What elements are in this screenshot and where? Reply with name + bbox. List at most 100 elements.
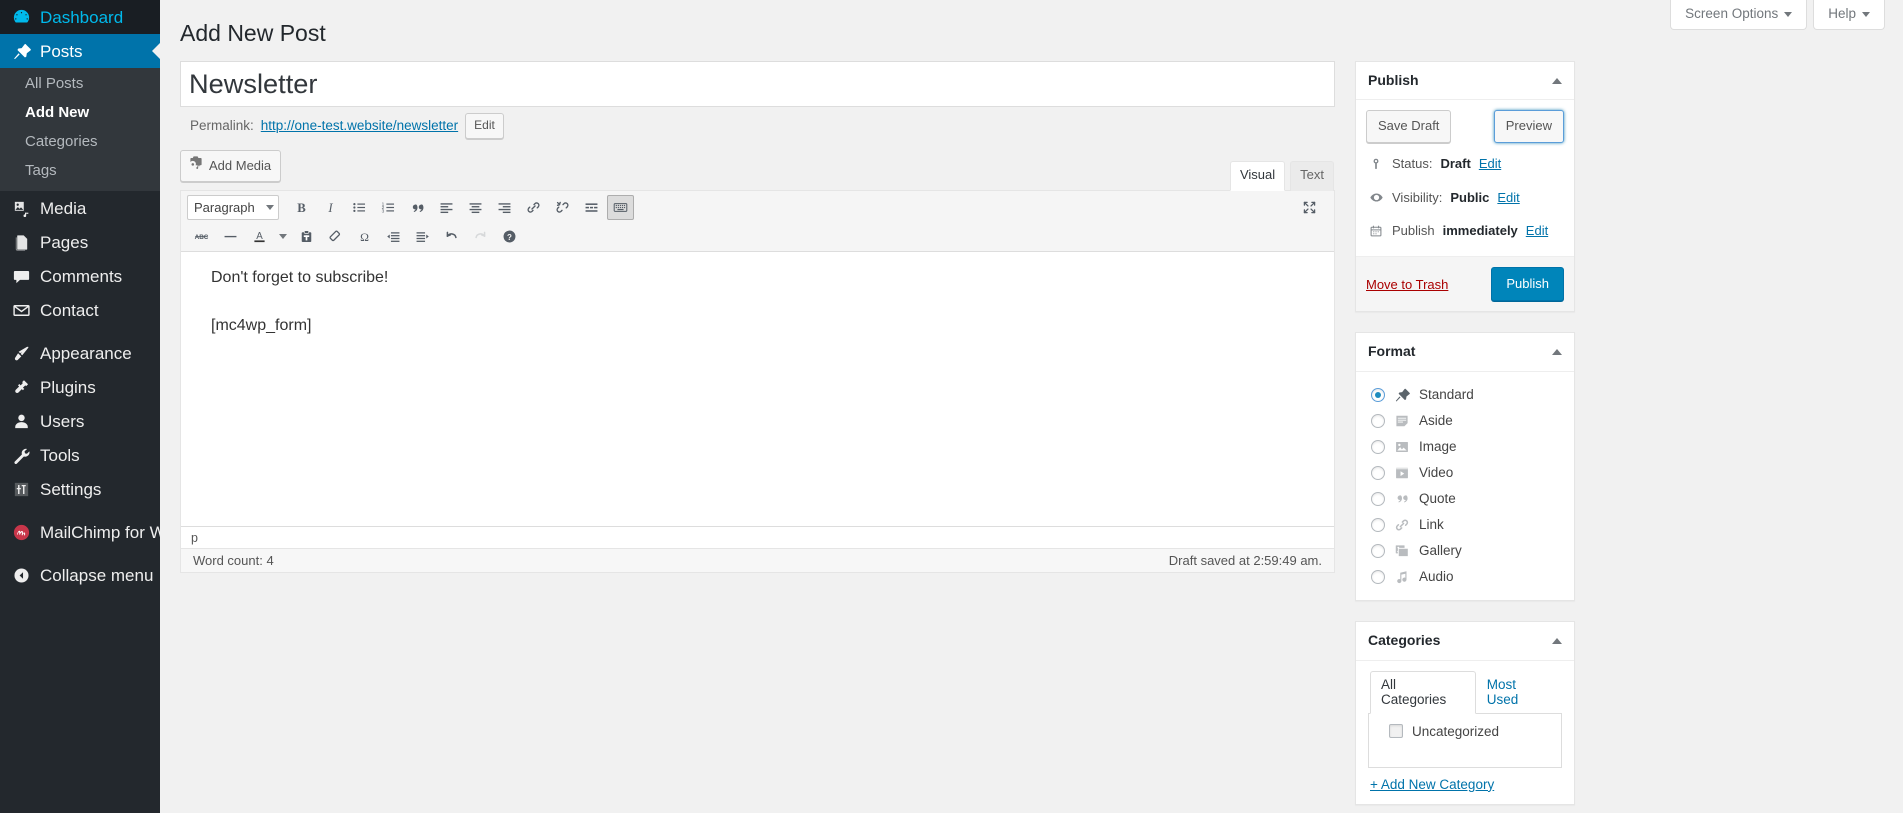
- numbered-list-button[interactable]: 1 2 3: [375, 195, 402, 220]
- format-option-label: Image: [1419, 439, 1457, 455]
- format-metabox-header[interactable]: Format: [1356, 333, 1574, 372]
- format-quote-icon: [1394, 491, 1410, 507]
- sidebar-item-contact[interactable]: Contact: [0, 293, 160, 327]
- format-radio-audio[interactable]: [1371, 569, 1385, 584]
- sidebar-item-tools[interactable]: Tools: [0, 438, 160, 472]
- sidebar-item-collapse-menu[interactable]: Collapse menu: [0, 558, 160, 592]
- page-wrap: Add New Post Permalink: http://one-test.…: [160, 0, 1903, 813]
- clear-formatting-button[interactable]: [322, 224, 349, 249]
- permalink-label: Permalink:: [190, 118, 254, 134]
- unlink-icon: [554, 199, 571, 216]
- format-option-standard[interactable]: Standard: [1368, 382, 1562, 408]
- redo-button[interactable]: [467, 224, 494, 249]
- bulleted-list-button[interactable]: [346, 195, 373, 220]
- post-title-input[interactable]: [180, 60, 1335, 108]
- sidebar-subitem-tags[interactable]: Tags: [0, 156, 160, 185]
- format-option-image[interactable]: Image: [1368, 434, 1562, 460]
- clear-formatting-icon: [327, 228, 344, 245]
- sidebar-subitem-categories[interactable]: Categories: [0, 127, 160, 156]
- preview-button[interactable]: Preview: [1493, 110, 1564, 144]
- text-color-dropdown-button[interactable]: [275, 224, 291, 249]
- format-option-video[interactable]: Video: [1368, 460, 1562, 486]
- sidebar-item-media[interactable]: Media: [0, 191, 160, 225]
- sidebar-item-appearance[interactable]: Appearance: [0, 336, 160, 370]
- sidebar-item-users[interactable]: Users: [0, 404, 160, 438]
- align-center-icon: [467, 199, 484, 216]
- chevron-up-icon[interactable]: [1552, 637, 1562, 644]
- format-radio-gallery[interactable]: [1371, 543, 1385, 558]
- toolbar-toggle-button[interactable]: [607, 195, 634, 221]
- chevron-up-icon[interactable]: [1552, 349, 1562, 356]
- edit-status-link[interactable]: Edit: [1479, 154, 1501, 174]
- blockquote-button[interactable]: [404, 195, 431, 220]
- italic-button[interactable]: I: [317, 195, 344, 220]
- format-option-quote[interactable]: Quote: [1368, 486, 1562, 512]
- chevron-up-icon[interactable]: [1552, 77, 1562, 84]
- tab-all-categories[interactable]: All Categories: [1370, 670, 1476, 714]
- strikethrough-button[interactable]: ABC: [188, 224, 215, 249]
- sidebar-item-settings[interactable]: Settings: [0, 472, 160, 506]
- screen-options-button[interactable]: Screen Options: [1670, 0, 1808, 31]
- move-to-trash-link[interactable]: Move to Trash: [1366, 277, 1448, 292]
- text-color-button[interactable]: A: [246, 224, 273, 249]
- sidebar-item-dashboard[interactable]: Dashboard: [0, 0, 160, 34]
- edit-permalink-button[interactable]: Edit: [465, 113, 504, 139]
- publish-button[interactable]: Publish: [1491, 266, 1564, 302]
- horizontal-rule-button[interactable]: [217, 224, 244, 249]
- chevron-down-icon: [1784, 11, 1793, 17]
- indent-button[interactable]: [409, 224, 436, 249]
- align-center-button[interactable]: [462, 195, 489, 220]
- format-radio-quote[interactable]: [1371, 491, 1385, 506]
- tab-visual[interactable]: Visual: [1229, 161, 1286, 192]
- paragraph-format-select[interactable]: Paragraph: [187, 195, 279, 221]
- add-media-button[interactable]: Add Media: [180, 149, 282, 183]
- add-new-category-link[interactable]: + Add New Category: [1368, 774, 1562, 794]
- sidebar-item-comments[interactable]: Comments: [0, 259, 160, 293]
- edit-schedule-link[interactable]: Edit: [1526, 221, 1548, 241]
- category-checklist: Uncategorized: [1368, 712, 1562, 768]
- publish-metabox-header[interactable]: Publish: [1356, 62, 1574, 101]
- permalink-url-link[interactable]: http://one-test.website/newsletter: [261, 118, 458, 133]
- schedule-label: Publish: [1392, 223, 1435, 239]
- save-draft-button[interactable]: Save Draft: [1366, 110, 1452, 144]
- pin-icon: [11, 41, 31, 61]
- format-radio-aside[interactable]: [1371, 413, 1385, 428]
- category-item-uncategorized[interactable]: Uncategorized: [1377, 722, 1555, 741]
- edit-visibility-link[interactable]: Edit: [1497, 188, 1519, 208]
- sidebar-item-pages[interactable]: Pages: [0, 225, 160, 259]
- format-option-gallery[interactable]: Gallery: [1368, 538, 1562, 564]
- link-button[interactable]: [520, 195, 547, 220]
- help-button[interactable]: Help: [1813, 0, 1885, 31]
- format-option-audio[interactable]: Audio: [1368, 564, 1562, 590]
- categories-metabox-header[interactable]: Categories: [1356, 622, 1574, 661]
- read-more-button[interactable]: [578, 195, 605, 220]
- undo-button[interactable]: [438, 224, 465, 249]
- format-metabox-title: Format: [1368, 343, 1416, 360]
- format-option-aside[interactable]: Aside: [1368, 408, 1562, 434]
- format-radio-link[interactable]: [1371, 517, 1385, 532]
- tab-most-used[interactable]: Most Used: [1476, 671, 1562, 714]
- help-label: Help: [1828, 6, 1856, 21]
- align-right-button[interactable]: [491, 195, 518, 220]
- keyboard-shortcuts-help-icon: ?: [501, 228, 518, 245]
- sidebar-item-plugins[interactable]: Plugins: [0, 370, 160, 404]
- sidebar-item-mailchimp-for-wp[interactable]: MailChimp for WP: [0, 515, 177, 549]
- format-radio-standard[interactable]: [1371, 387, 1385, 402]
- format-radio-image[interactable]: [1371, 439, 1385, 454]
- sidebar-subitem-all-posts[interactable]: All Posts: [0, 69, 160, 98]
- unlink-button[interactable]: [549, 195, 576, 220]
- sidebar-subitem-add-new[interactable]: Add New: [0, 98, 160, 127]
- tab-text[interactable]: Text: [1290, 161, 1334, 192]
- bold-button[interactable]: B: [288, 195, 315, 220]
- keyboard-shortcuts-help-button[interactable]: ?: [496, 224, 523, 249]
- special-character-button[interactable]: Ω: [351, 224, 378, 249]
- sidebar-item-posts[interactable]: Posts: [0, 34, 160, 68]
- format-option-link[interactable]: Link: [1368, 512, 1562, 538]
- outdent-button[interactable]: [380, 224, 407, 249]
- paste-as-text-button[interactable]: [293, 224, 320, 249]
- editor-content-area[interactable]: Don't forget to subscribe! [mc4wp_form]: [181, 252, 1334, 527]
- format-radio-video[interactable]: [1371, 465, 1385, 480]
- category-checkbox[interactable]: [1389, 724, 1403, 739]
- align-left-button[interactable]: [433, 195, 460, 220]
- distraction-free-writing-button[interactable]: [1296, 195, 1323, 220]
